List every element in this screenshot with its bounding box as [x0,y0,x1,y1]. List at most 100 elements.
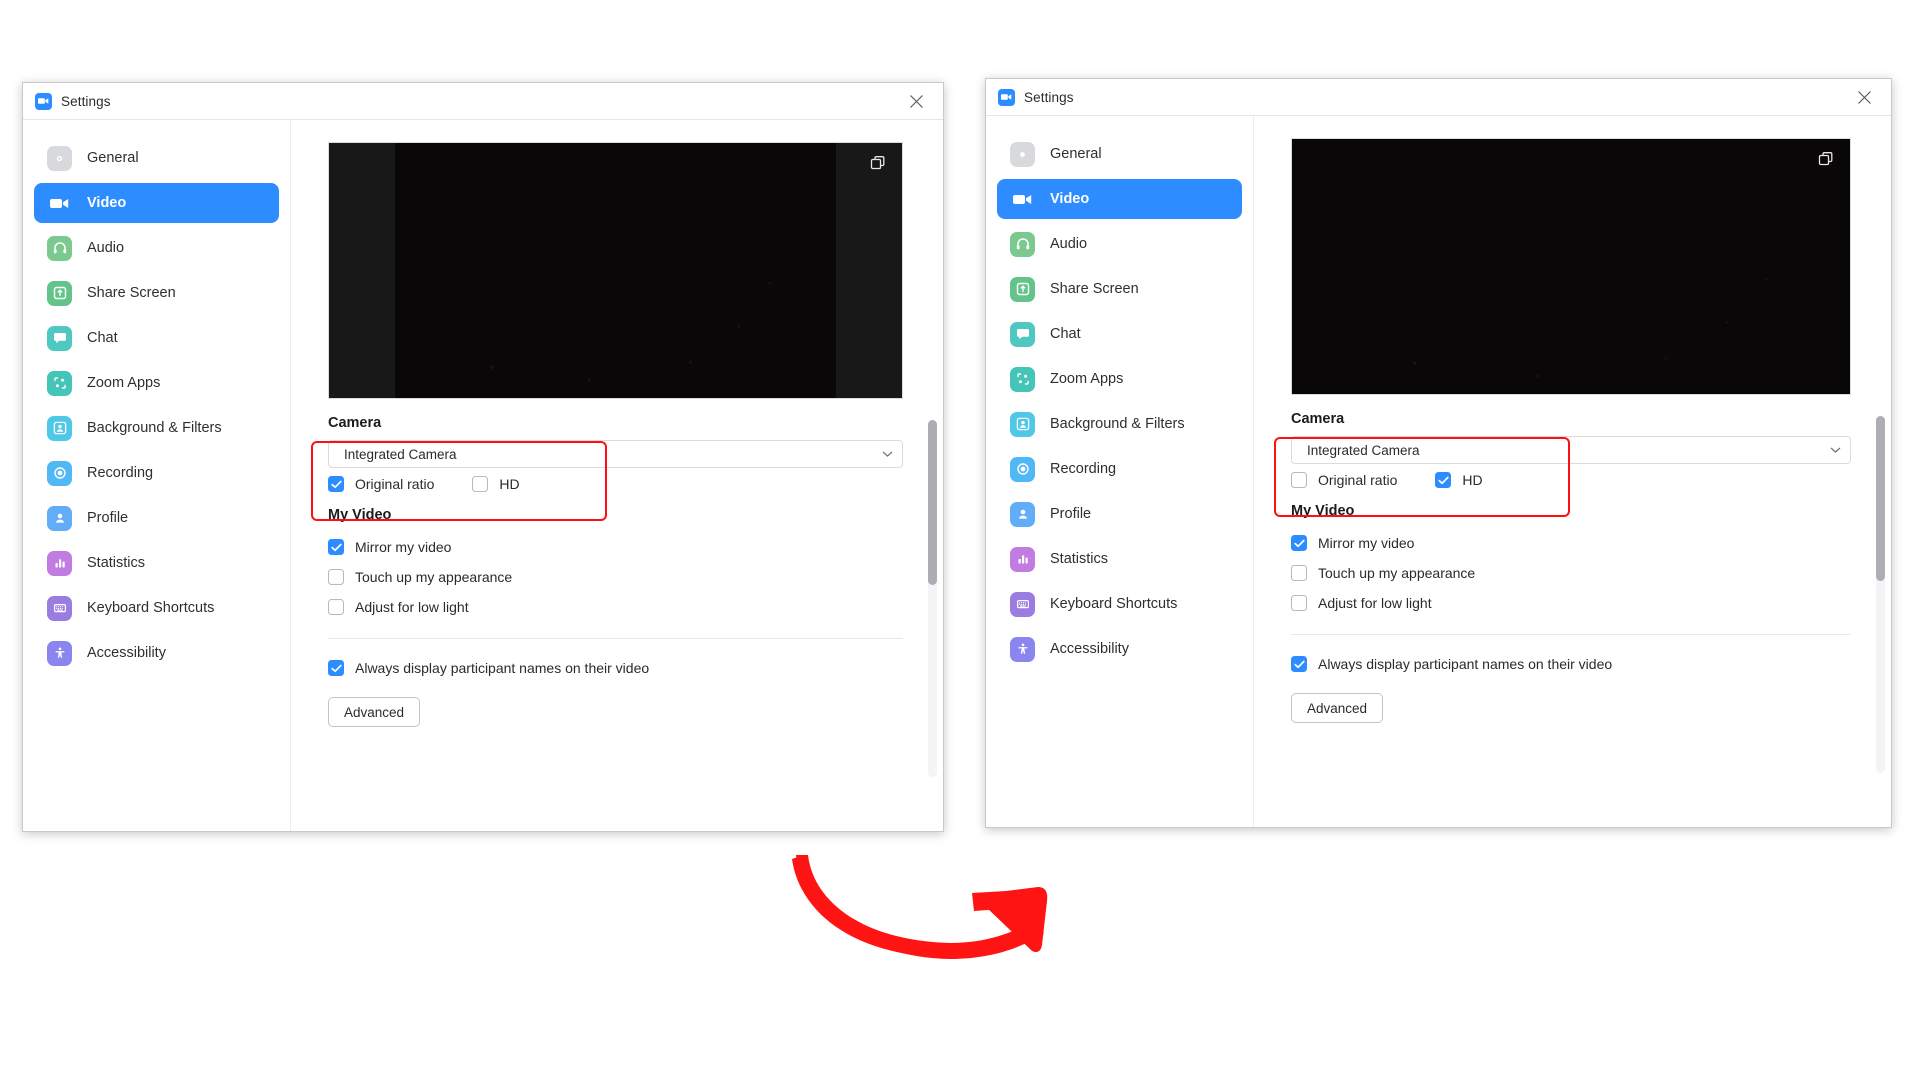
background-icon [47,416,72,441]
mirror-my-video-row[interactable]: Mirror my video [1291,528,1851,558]
record-icon [1010,457,1035,482]
participant-names-row[interactable]: Always display participant names on thei… [1291,649,1851,679]
settings-window-before[interactable]: Settings General Video [22,82,944,832]
settings-window-after[interactable]: Settings General Video [985,78,1892,828]
sidebar-item-zoom-apps[interactable]: Zoom Apps [34,363,279,403]
adjust-low-light-label: Adjust for low light [355,599,469,615]
sidebar-item-accessibility[interactable]: Accessibility [34,633,279,673]
sidebar-item-label: Audio [1050,236,1087,252]
bar-chart-icon [1010,547,1035,572]
touch-up-appearance-row[interactable]: Touch up my appearance [328,562,903,592]
sidebar-item-label: Chat [87,330,118,346]
sidebar-item-chat[interactable]: Chat [997,314,1242,354]
sidebar-item-profile[interactable]: Profile [34,498,279,538]
hd-option[interactable]: HD [472,476,519,492]
scrollbar-thumb[interactable] [1876,416,1885,581]
content-scrollbar[interactable] [1876,416,1885,773]
sidebar-item-share-screen[interactable]: Share Screen [34,273,279,313]
adjust-low-light-checkbox[interactable] [328,599,344,615]
mirror-my-video-label: Mirror my video [1318,535,1414,551]
adjust-low-light-row[interactable]: Adjust for low light [328,592,903,622]
touch-up-appearance-checkbox[interactable] [1291,565,1307,581]
touch-up-appearance-checkbox[interactable] [328,569,344,585]
sidebar-item-video[interactable]: Video [997,179,1242,219]
video-feed [1292,139,1850,394]
close-icon[interactable] [1851,84,1877,110]
content-scrollbar[interactable] [928,420,937,777]
camera-heading: Camera [328,415,903,431]
gear-icon [47,146,72,171]
video-preview [1291,138,1851,395]
camera-select[interactable]: Integrated Camera [1291,436,1851,464]
sidebar-item-label: Share Screen [1050,281,1139,297]
sidebar-item-share-screen[interactable]: Share Screen [997,269,1242,309]
sidebar-item-general[interactable]: General [34,138,279,178]
sidebar-item-audio[interactable]: Audio [997,224,1242,264]
sidebar-item-label: Video [1050,191,1089,207]
title-bar-left: Settings [998,89,1074,106]
video-camera-icon [47,191,72,216]
sidebar-item-label: Keyboard Shortcuts [1050,596,1177,612]
participant-names-label: Always display participant names on thei… [1318,656,1612,672]
camera-heading: Camera [1291,411,1851,427]
sidebar-item-keyboard-shortcuts[interactable]: Keyboard Shortcuts [34,588,279,628]
window-body: General Video Audio Share Screen [23,120,943,831]
adjust-low-light-row[interactable]: Adjust for low light [1291,588,1851,618]
accessibility-icon [1010,637,1035,662]
original-ratio-checkbox[interactable] [328,476,344,492]
popout-window-icon[interactable] [1817,150,1837,170]
scrollbar-thumb[interactable] [928,420,937,585]
sidebar-item-background-filters[interactable]: Background & Filters [34,408,279,448]
chevron-down-icon [882,451,893,458]
hd-checkbox[interactable] [472,476,488,492]
participant-names-checkbox[interactable] [328,660,344,676]
sidebar-item-video[interactable]: Video [34,183,279,223]
sidebar-item-profile[interactable]: Profile [997,494,1242,534]
title-bar: Settings [986,79,1891,116]
sidebar-item-background-filters[interactable]: Background & Filters [997,404,1242,444]
sidebar-item-label: Audio [87,240,124,256]
sidebar-item-label: Video [87,195,126,211]
original-ratio-option[interactable]: Original ratio [1291,472,1397,488]
sidebar-item-recording[interactable]: Recording [34,453,279,493]
sidebar-item-statistics[interactable]: Statistics [34,543,279,583]
video-camera-icon [1010,187,1035,212]
record-icon [47,461,72,486]
sidebar-item-audio[interactable]: Audio [34,228,279,268]
sidebar-item-accessibility[interactable]: Accessibility [997,629,1242,669]
sidebar-item-zoom-apps[interactable]: Zoom Apps [997,359,1242,399]
sidebar-item-recording[interactable]: Recording [997,449,1242,489]
sidebar-item-label: Accessibility [1050,641,1129,657]
sidebar-item-statistics[interactable]: Statistics [997,539,1242,579]
camera-select-value: Integrated Camera [1307,443,1420,458]
headphones-icon [47,236,72,261]
video-feed [395,143,836,398]
camera-select[interactable]: Integrated Camera [328,440,903,468]
participant-names-row[interactable]: Always display participant names on thei… [328,653,903,683]
mirror-my-video-checkbox[interactable] [1291,535,1307,551]
person-icon [1010,502,1035,527]
original-ratio-checkbox[interactable] [1291,472,1307,488]
adjust-low-light-checkbox[interactable] [1291,595,1307,611]
advanced-button[interactable]: Advanced [1291,693,1383,723]
close-icon[interactable] [903,88,929,114]
sidebar-item-chat[interactable]: Chat [34,318,279,358]
headphones-icon [1010,232,1035,257]
share-screen-icon [47,281,72,306]
mirror-my-video-checkbox[interactable] [328,539,344,555]
sidebar-item-keyboard-shortcuts[interactable]: Keyboard Shortcuts [997,584,1242,624]
chat-bubble-icon [1010,322,1035,347]
touch-up-appearance-row[interactable]: Touch up my appearance [1291,558,1851,588]
participant-names-checkbox[interactable] [1291,656,1307,672]
sidebar-item-general[interactable]: General [997,134,1242,174]
window-title: Settings [61,94,111,109]
hd-label: HD [1462,472,1482,488]
hd-checkbox[interactable] [1435,472,1451,488]
hd-option[interactable]: HD [1435,472,1482,488]
advanced-button[interactable]: Advanced [328,697,420,727]
popout-window-icon[interactable] [869,154,889,174]
mirror-my-video-row[interactable]: Mirror my video [328,532,903,562]
video-settings-content: Camera Integrated Camera Original rati [291,120,943,831]
camera-section-before: Camera Integrated Camera Original rati [328,415,903,500]
original-ratio-option[interactable]: Original ratio [328,476,434,492]
